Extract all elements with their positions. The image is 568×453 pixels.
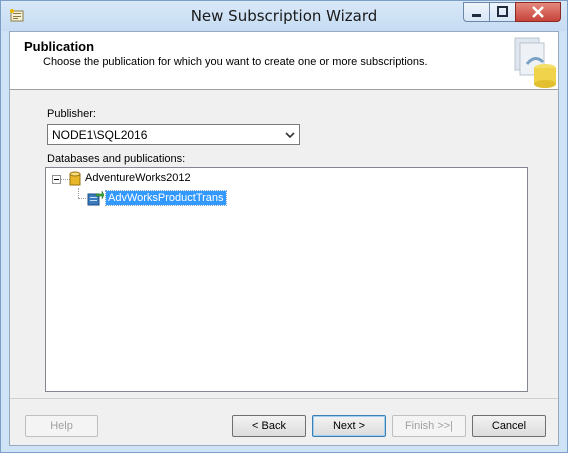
database-icon xyxy=(69,171,81,186)
cancel-button[interactable]: Cancel xyxy=(472,415,546,437)
publication-icon xyxy=(87,190,104,206)
collapse-toggle[interactable] xyxy=(52,175,61,184)
page-header: Publication Choose the publication for w… xyxy=(10,32,558,90)
tree-node-database[interactable]: AdventureWorks2012 xyxy=(85,172,191,184)
title-bar[interactable]: New Subscription Wizard xyxy=(1,1,567,31)
publisher-value: NODE1\SQL2016 xyxy=(52,128,148,142)
maximize-button[interactable] xyxy=(489,2,516,22)
publication-banner-icon xyxy=(514,37,556,88)
minimize-button[interactable] xyxy=(463,2,490,22)
wizard-window: New Subscription Wizard Publication Choo… xyxy=(0,0,568,453)
databases-label: Databases and publications: xyxy=(47,153,186,165)
publisher-label: Publisher: xyxy=(47,108,96,120)
close-icon xyxy=(532,6,544,18)
wizard-body: Publication Choose the publication for w… xyxy=(9,31,559,446)
publisher-select[interactable]: NODE1\SQL2016 xyxy=(47,124,300,145)
page-title: Publication xyxy=(24,39,95,54)
help-button[interactable]: Help xyxy=(25,415,98,437)
minimize-icon xyxy=(472,14,481,17)
back-button[interactable]: < Back xyxy=(232,415,306,437)
chevron-down-icon xyxy=(285,132,295,139)
close-button[interactable] xyxy=(515,2,561,22)
page-description: Choose the publication for which you wan… xyxy=(43,56,428,68)
tree-node-publication[interactable]: AdvWorksProductTrans xyxy=(105,190,227,206)
footer-divider xyxy=(10,398,558,399)
maximize-icon xyxy=(497,6,508,17)
databases-tree[interactable]: AdventureWorks2012 AdvWorksProductTrans xyxy=(45,167,528,392)
next-button[interactable]: Next > xyxy=(312,415,386,437)
finish-button[interactable]: Finish >>| xyxy=(392,415,466,437)
tree-connector xyxy=(78,198,86,199)
tree-connector xyxy=(78,188,79,198)
